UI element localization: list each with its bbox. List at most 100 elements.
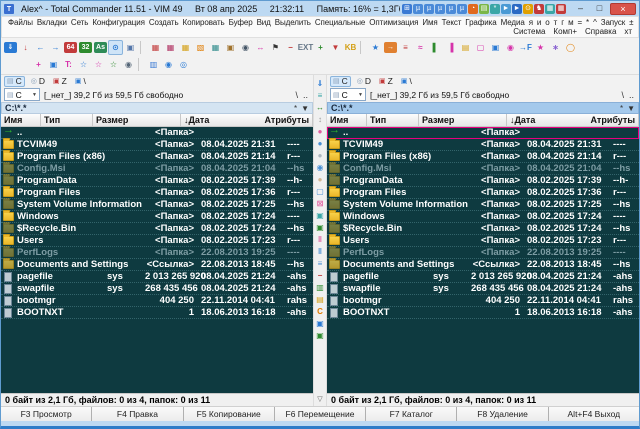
file-row[interactable]: PerfLogs <Папка> 22.08.2013 19:25 ---- bbox=[327, 247, 639, 259]
menu-item[interactable]: Медиа bbox=[501, 18, 525, 27]
file-row[interactable]: pagefile sys 2 013 265 920 08.04.2025 21… bbox=[1, 271, 313, 283]
drive-net-button[interactable]: ▣\ bbox=[73, 76, 88, 87]
file-row[interactable]: Program Files (x86) <Папка> 08.04.2025 2… bbox=[1, 151, 313, 163]
menu-item[interactable]: о bbox=[545, 18, 549, 27]
column-header[interactable]: Тип bbox=[367, 114, 419, 126]
file-row[interactable]: Users <Папка> 08.02.2025 17:23 r--- bbox=[1, 235, 313, 247]
drive-net-button[interactable]: ▣\ bbox=[399, 76, 414, 87]
drive-c-button[interactable]: ▤C bbox=[330, 76, 351, 87]
close-button[interactable]: × bbox=[610, 3, 636, 15]
menu-item[interactable]: Конфигурация bbox=[92, 18, 145, 27]
pack-7z-icon[interactable]: ▦ bbox=[208, 40, 223, 55]
file-row[interactable]: ProgramData <Папка> 08.02.2025 17:39 --h… bbox=[327, 175, 639, 187]
menu-item[interactable]: Специальные bbox=[315, 18, 365, 27]
strip-c-icon[interactable]: C bbox=[315, 307, 326, 316]
file-row[interactable]: PerfLogs <Папка> 22.08.2013 19:25 ---- bbox=[1, 247, 313, 259]
file-row[interactable]: Config.Msi <Папка> 08.04.2025 21:04 --hs bbox=[1, 163, 313, 175]
menu-item[interactable]: Справка bbox=[585, 27, 616, 36]
downloads-icon[interactable]: ⇓ bbox=[3, 40, 18, 55]
strip-win-blue-icon[interactable]: ▢ bbox=[315, 187, 326, 196]
menu-item[interactable]: Буфер bbox=[229, 18, 253, 27]
tray-knight-icon[interactable]: ♞ bbox=[534, 4, 544, 14]
menu-item[interactable]: Графика bbox=[465, 18, 496, 27]
tray-utorrent-3-icon[interactable]: µ bbox=[435, 4, 445, 14]
menu-item[interactable]: г bbox=[561, 18, 564, 27]
crosshair-icon[interactable]: + bbox=[31, 57, 46, 72]
file-row[interactable]: Windows <Папка> 08.02.2025 17:24 ---- bbox=[1, 211, 313, 223]
file-row[interactable]: swapfile sys 268 435 456 08.04.2025 21:2… bbox=[327, 283, 639, 295]
strip-bottom-arrow[interactable]: ▽ bbox=[317, 395, 322, 403]
globe-icon[interactable]: ◉ bbox=[121, 57, 136, 72]
f5-copy-button[interactable]: F5 Копирование bbox=[184, 407, 275, 421]
star-list-icon[interactable]: ★ bbox=[368, 40, 383, 55]
column-header[interactable]: Тип bbox=[41, 114, 93, 126]
tray-flower-icon[interactable]: * bbox=[490, 4, 500, 14]
strip-compare-icon[interactable]: ↔ bbox=[315, 103, 326, 112]
tray-utorrent-1-icon[interactable]: µ bbox=[413, 4, 423, 14]
badge-64-icon[interactable]: 64 bbox=[63, 40, 78, 55]
star-pink-icon[interactable]: ☆ bbox=[91, 57, 106, 72]
drive-c-button[interactable]: ▤C bbox=[4, 76, 25, 87]
root-dir-button[interactable]: \ bbox=[621, 90, 624, 100]
strip-dot-beige-icon[interactable]: ● bbox=[315, 175, 326, 184]
file-row[interactable]: Users <Папка> 08.02.2025 17:23 r--- bbox=[327, 235, 639, 247]
drive-combo[interactable]: ▤ C ▼ bbox=[4, 88, 40, 101]
sphere-icon[interactable]: ◎ bbox=[176, 57, 191, 72]
toolbar-separator[interactable] bbox=[140, 41, 146, 54]
menu-item[interactable]: хт bbox=[624, 27, 632, 36]
maximize-button[interactable]: □ bbox=[591, 3, 608, 15]
menu-item[interactable]: = bbox=[577, 18, 582, 27]
menu-item[interactable]: ± bbox=[629, 18, 633, 27]
menu-item[interactable]: Текст bbox=[442, 18, 462, 27]
ext-icon[interactable]: EXT bbox=[298, 40, 313, 55]
truck-icon[interactable]: ▣ bbox=[123, 40, 138, 55]
filter-icon[interactable]: ▼ bbox=[328, 40, 343, 55]
strip-close-pink-icon[interactable]: ⊠ bbox=[315, 199, 326, 208]
menu-item[interactable]: и bbox=[537, 18, 541, 27]
path-favorites-button[interactable]: ▼ bbox=[627, 104, 635, 113]
parent-dir-button[interactable]: .. bbox=[303, 90, 308, 100]
strip-download-icon[interactable]: ⇓ bbox=[315, 79, 326, 88]
column-header[interactable]: ↓Дата bbox=[507, 114, 588, 126]
path-history-button[interactable]: * bbox=[620, 104, 623, 113]
find-star-icon[interactable]: ★ bbox=[533, 40, 548, 55]
goto-f-icon[interactable]: →F bbox=[518, 40, 533, 55]
star-green-icon[interactable]: ☆ bbox=[106, 57, 121, 72]
column-header[interactable]: ↓Дата bbox=[181, 114, 262, 126]
tray-utorrent-5-icon[interactable]: µ bbox=[457, 4, 467, 14]
f4-edit-button[interactable]: F4 Правка bbox=[92, 407, 183, 421]
refresh-icon[interactable]: ◯ bbox=[563, 40, 578, 55]
file-row[interactable]: Documents and Settings <Ссылка> 22.08.20… bbox=[1, 259, 313, 271]
menu-item[interactable]: ^ bbox=[593, 18, 597, 27]
forward-icon[interactable]: → bbox=[48, 40, 63, 55]
strip-list-icon[interactable]: ≡ bbox=[315, 259, 326, 268]
f7-mkdir-button[interactable]: F7 Каталог bbox=[366, 407, 457, 421]
edit-window-icon[interactable]: ▣ bbox=[46, 57, 61, 72]
altf4-exit-button[interactable]: Alt+F4 Выход bbox=[549, 407, 639, 421]
tray-clock-icon[interactable]: ⊙ bbox=[523, 4, 533, 14]
strip-folder-icon[interactable]: ▤ bbox=[315, 295, 326, 304]
root-dir-button[interactable]: \ bbox=[295, 90, 298, 100]
back-icon[interactable]: ← bbox=[33, 40, 48, 55]
file-row[interactable]: Program Files <Папка> 08.02.2025 17:36 r… bbox=[327, 187, 639, 199]
drive-z-button[interactable]: ▣Z bbox=[377, 76, 395, 87]
file-row[interactable]: Config.Msi <Папка> 08.04.2025 21:04 --hs bbox=[327, 163, 639, 175]
menu-item[interactable]: Вкладки bbox=[37, 18, 67, 27]
tray-grid-teal-icon[interactable]: ▦ bbox=[545, 4, 555, 14]
sync-dirs-icon[interactable]: ↔ bbox=[253, 40, 268, 55]
compare-icon[interactable]: ≡ bbox=[398, 40, 413, 55]
kb-icon[interactable]: KB bbox=[343, 40, 358, 55]
tray-pie-icon[interactable]: ◔ bbox=[468, 4, 478, 14]
file-row[interactable]: Windows <Папка> 08.02.2025 17:24 ---- bbox=[327, 211, 639, 223]
add-icon[interactable]: + bbox=[313, 40, 328, 55]
file-row[interactable]: $Recycle.Bin <Папка> 08.02.2025 17:24 --… bbox=[327, 223, 639, 235]
chart-icon[interactable]: ▥ bbox=[146, 57, 161, 72]
tray-play-icon[interactable]: ► bbox=[512, 4, 522, 14]
search-icon[interactable]: ◉ bbox=[238, 40, 253, 55]
menu-item[interactable]: Копировать bbox=[183, 18, 225, 27]
strip-panel-blue-icon[interactable]: ▣ bbox=[315, 319, 326, 328]
file-row[interactable]: TCVIM49 <Папка> 08.04.2025 21:31 ---- bbox=[1, 139, 313, 151]
folder-new-icon[interactable]: ▤ bbox=[458, 40, 473, 55]
left-path-bar[interactable]: C:\*.* * ▼ bbox=[1, 102, 313, 114]
strip-panel-green-icon[interactable]: ▣ bbox=[315, 331, 326, 340]
